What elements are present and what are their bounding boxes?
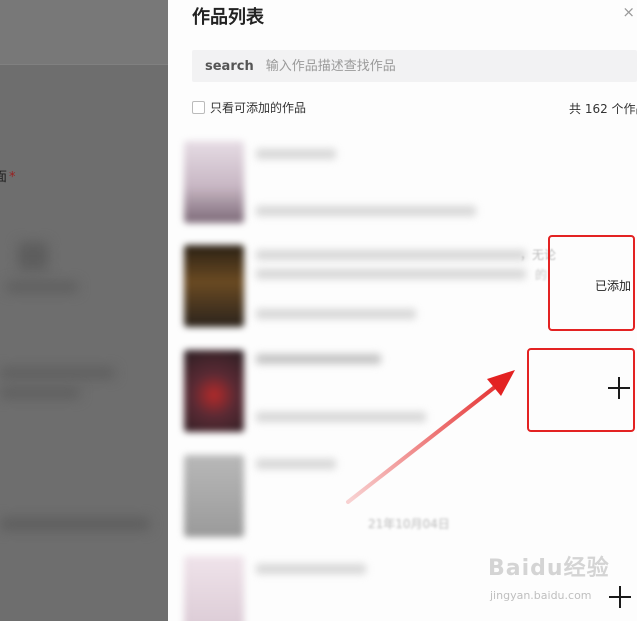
- baidu-watermark: Baidu经验 jingyan.baidu.com: [488, 550, 628, 610]
- arrow-shaft: [346, 381, 502, 504]
- watermark-brand: Baidu经验: [488, 556, 610, 581]
- watermark-url: jingyan.baidu.com: [490, 589, 592, 602]
- annotation-arrow: [346, 370, 515, 504]
